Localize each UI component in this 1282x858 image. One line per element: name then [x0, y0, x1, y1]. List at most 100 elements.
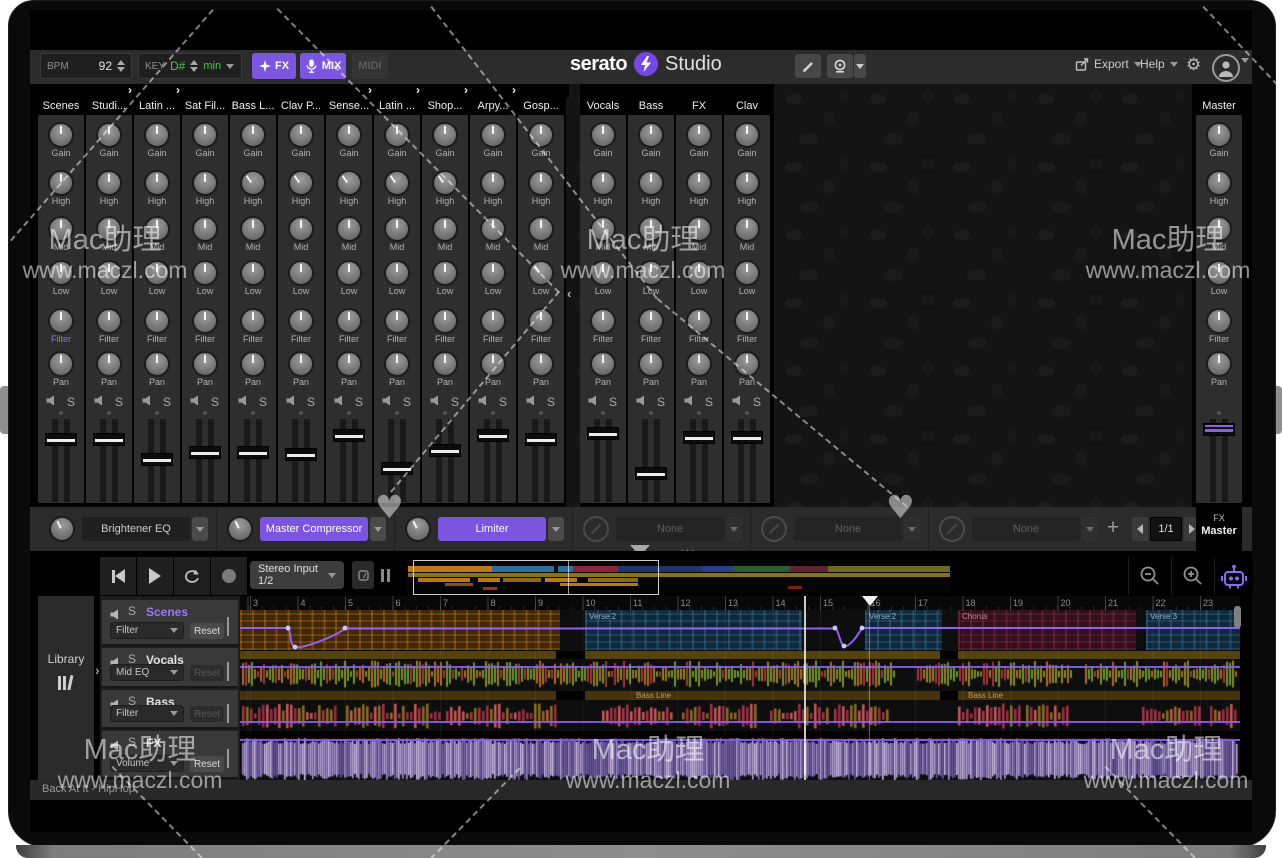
mute-button[interactable]: [46, 393, 58, 411]
mid-knob[interactable]: [48, 216, 74, 242]
channel-name[interactable]: FX: [676, 97, 722, 115]
solo-button[interactable]: S: [609, 395, 617, 409]
monitor-dropdown[interactable]: [854, 54, 866, 78]
gain-knob[interactable]: [48, 122, 74, 148]
solo-button[interactable]: S: [451, 395, 459, 409]
channel-name[interactable]: Vocals: [580, 97, 626, 115]
pan-knob[interactable]: [336, 351, 362, 377]
low-knob[interactable]: [384, 260, 410, 286]
loop-button[interactable]: [174, 557, 211, 595]
pan-knob[interactable]: [192, 351, 218, 377]
gain-knob[interactable]: [144, 122, 170, 148]
fx-slot-select[interactable]: None: [972, 517, 1080, 541]
mid-knob[interactable]: [96, 216, 122, 242]
timeline-ruler[interactable]: 34567891011121314151617181920212223: [240, 596, 1240, 611]
fx-knob-empty[interactable]: [939, 516, 965, 542]
filter-knob[interactable]: [528, 308, 554, 334]
track-param-select[interactable]: Mid EQ: [110, 664, 184, 681]
vocals-automation-line[interactable]: [240, 666, 1240, 668]
channel-name[interactable]: Arpy...: [470, 97, 516, 115]
fader-handle[interactable]: [587, 427, 619, 440]
channel-name[interactable]: Scenes: [38, 97, 84, 115]
high-knob[interactable]: [192, 170, 218, 196]
channel-open-chevron[interactable]: ›: [326, 84, 377, 97]
fx-slot-select[interactable]: None: [616, 517, 724, 541]
fx-master-tab[interactable]: FX Master: [1196, 507, 1242, 551]
gain-knob[interactable]: [432, 122, 458, 148]
robot-assistant-button[interactable]: [1214, 557, 1253, 595]
solo-button[interactable]: S: [259, 395, 267, 409]
gain-knob[interactable]: [288, 122, 314, 148]
filter-knob[interactable]: [48, 308, 74, 334]
track-reset-button[interactable]: Reset: [190, 756, 224, 772]
track-param-select[interactable]: Filter: [110, 622, 184, 639]
channel-open-chevron[interactable]: [230, 84, 281, 97]
low-knob[interactable]: [1206, 260, 1232, 286]
key-control[interactable]: KEY D# min: [138, 53, 242, 79]
filter-knob[interactable]: [638, 308, 664, 334]
pan-knob[interactable]: [288, 351, 314, 377]
zoom-in-button[interactable]: [1171, 557, 1214, 595]
playhead-marker[interactable]: [862, 596, 878, 606]
fader-handle[interactable]: [731, 431, 763, 444]
channel-open-chevron[interactable]: ›: [134, 84, 185, 97]
filter-knob[interactable]: [590, 308, 616, 334]
mute-button[interactable]: [588, 393, 600, 411]
filter-knob[interactable]: [734, 308, 760, 334]
track-header-fx[interactable]: SFXVolumeReset: [102, 731, 238, 779]
solo-button[interactable]: S: [163, 395, 171, 409]
solo-button[interactable]: S: [547, 395, 555, 409]
filter-knob[interactable]: [336, 308, 362, 334]
fx-knob-empty[interactable]: [761, 516, 787, 542]
gain-knob[interactable]: [96, 122, 122, 148]
input-select[interactable]: Stereo Input 1/2: [250, 561, 344, 589]
channel-name[interactable]: Clav P...: [278, 97, 324, 115]
high-knob[interactable]: [528, 170, 554, 196]
mid-knob[interactable]: [480, 216, 506, 242]
solo-button[interactable]: S: [403, 395, 411, 409]
track-header-bass[interactable]: SBassFilterReset: [102, 690, 238, 729]
low-knob[interactable]: [144, 260, 170, 286]
pan-knob[interactable]: [638, 351, 664, 377]
low-knob[interactable]: [590, 260, 616, 286]
low-knob[interactable]: [240, 260, 266, 286]
fader-handle[interactable]: [477, 429, 509, 442]
fx-knob[interactable]: [227, 516, 253, 542]
fader-handle[interactable]: [429, 444, 461, 457]
mute-button[interactable]: [190, 393, 202, 411]
mid-knob[interactable]: [336, 216, 362, 242]
pan-knob[interactable]: [96, 351, 122, 377]
channel-open-chevron[interactable]: ›: [374, 84, 425, 97]
mute-button[interactable]: [238, 393, 250, 411]
channel-name[interactable]: Gosp...: [518, 97, 564, 115]
gain-knob[interactable]: [480, 122, 506, 148]
filter-knob[interactable]: [384, 308, 410, 334]
low-knob[interactable]: [192, 260, 218, 286]
help-menu[interactable]: Help: [1140, 57, 1178, 71]
channel-open-chevron[interactable]: ›: [422, 84, 473, 97]
metronome-button[interactable]: [352, 561, 374, 589]
filter-knob[interactable]: [144, 308, 170, 334]
key-mode[interactable]: min: [203, 60, 221, 72]
mid-knob[interactable]: [144, 216, 170, 242]
fader-handle[interactable]: [189, 446, 221, 459]
channel-name[interactable]: Studi...: [86, 97, 132, 115]
high-knob[interactable]: [432, 170, 458, 196]
settings-gear-icon[interactable]: ⚙: [1186, 55, 1201, 75]
mid-knob[interactable]: [384, 216, 410, 242]
skip-to-start-button[interactable]: [100, 557, 137, 595]
high-knob[interactable]: [96, 170, 122, 196]
track-reset-button[interactable]: Reset: [190, 623, 224, 639]
pan-knob[interactable]: [384, 351, 410, 377]
vertical-scrollbar-thumb[interactable]: [1234, 606, 1241, 628]
mute-button[interactable]: [94, 393, 106, 411]
low-knob[interactable]: [432, 260, 458, 286]
fx-slot-dropdown[interactable]: [1082, 517, 1098, 541]
fader-handle[interactable]: [237, 446, 269, 459]
filter-knob[interactable]: [432, 308, 458, 334]
record-button[interactable]: [211, 557, 248, 595]
channel-name[interactable]: Latin ...: [134, 97, 180, 115]
mid-knob[interactable]: [432, 216, 458, 242]
track-collapse-chevron[interactable]: [227, 751, 229, 769]
scenes-automation-curve[interactable]: [240, 610, 1240, 650]
